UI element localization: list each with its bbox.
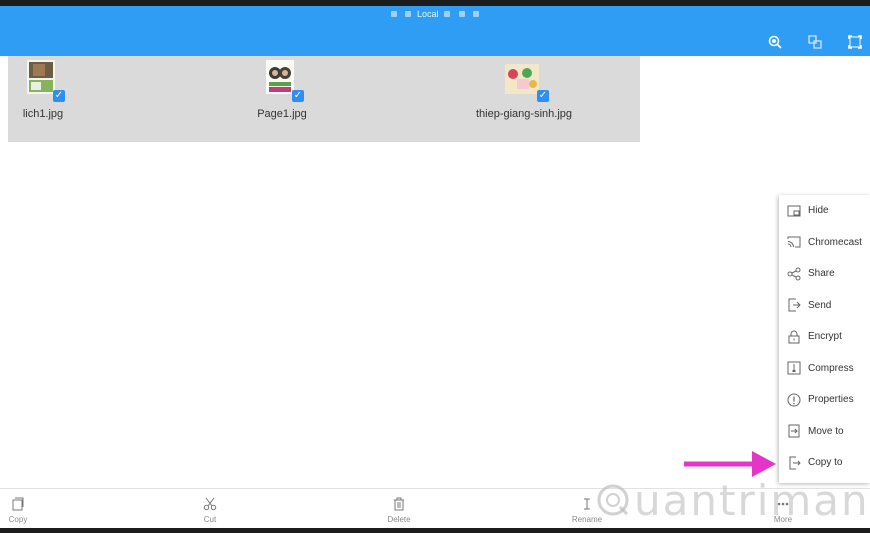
menu-item-move-to[interactable]: Move to bbox=[779, 416, 870, 448]
fullscreen-icon[interactable] bbox=[846, 33, 864, 51]
trash-icon bbox=[394, 497, 404, 511]
cut-label: Cut bbox=[203, 515, 217, 524]
checkbox-checked-icon[interactable]: ✓ bbox=[53, 90, 65, 102]
menu-item-hide[interactable]: Hide bbox=[779, 195, 870, 227]
copy-button[interactable]: Copy bbox=[0, 497, 48, 524]
menu-item-label: Move to bbox=[808, 425, 844, 437]
lock-icon bbox=[788, 330, 800, 344]
send-icon bbox=[788, 298, 801, 312]
image-thumbnail: ✓ bbox=[27, 60, 65, 102]
file-grid: ✓ lich1.jpg ✓ Page1.jpg ✓ thiep-giang-si… bbox=[8, 56, 640, 142]
rename-button[interactable]: Rename bbox=[557, 497, 617, 524]
select-icon[interactable] bbox=[806, 33, 824, 51]
image-thumbnail: ✓ bbox=[266, 60, 304, 102]
menu-item-label: Share bbox=[808, 268, 835, 280]
menu-item-share[interactable]: Share bbox=[779, 258, 870, 290]
delete-label: Delete bbox=[387, 515, 411, 524]
menu-item-label: Encrypt bbox=[808, 331, 842, 343]
context-menu: Hide Chromecast Share Send Encrypt Compr… bbox=[779, 195, 870, 483]
copy-label: Copy bbox=[8, 515, 28, 524]
compress-icon bbox=[787, 361, 801, 375]
folder-icon bbox=[405, 10, 412, 17]
checkbox-checked-icon[interactable]: ✓ bbox=[292, 90, 304, 102]
file-name: lich1.jpg bbox=[22, 108, 64, 120]
menu-item-label: Chromecast bbox=[808, 236, 862, 248]
location-breadcrumb[interactable]: Local bbox=[0, 8, 870, 19]
menu-item-label: Compress bbox=[808, 362, 854, 374]
menu-item-chromecast[interactable]: Chromecast bbox=[779, 227, 870, 259]
menu-item-properties[interactable]: Properties bbox=[779, 384, 870, 416]
copy-icon bbox=[12, 497, 24, 511]
more-label: More bbox=[773, 515, 793, 524]
bottom-toolbar: Copy Cut Delete Rename More bbox=[0, 488, 870, 533]
more-icon bbox=[777, 502, 789, 506]
move-icon bbox=[788, 424, 800, 438]
share-icon bbox=[787, 267, 801, 281]
image-thumbnail: ✓ bbox=[505, 60, 549, 102]
file-item[interactable]: ✓ thiep-giang-sinh.jpg bbox=[454, 60, 594, 120]
menu-item-send[interactable]: Send bbox=[779, 290, 870, 322]
menu-item-copy-to[interactable]: Copy to bbox=[779, 447, 870, 479]
file-name: Page1.jpg bbox=[257, 108, 307, 120]
info-icon bbox=[787, 393, 801, 407]
menu-item-label: Copy to bbox=[808, 457, 843, 469]
copy-to-icon bbox=[789, 456, 801, 470]
more-button[interactable]: More bbox=[753, 497, 813, 524]
cut-button[interactable]: Cut bbox=[180, 497, 240, 524]
menu-item-compress[interactable]: Compress bbox=[779, 353, 870, 385]
app-header: Local bbox=[0, 0, 870, 56]
file-item[interactable]: ✓ Page1.jpg bbox=[212, 60, 352, 120]
breadcrumb-icon bbox=[444, 10, 451, 17]
file-name: thiep-giang-sinh.jpg bbox=[475, 108, 572, 120]
menu-item-label: Send bbox=[808, 299, 832, 311]
rename-icon bbox=[584, 498, 590, 510]
menu-item-encrypt[interactable]: Encrypt bbox=[779, 321, 870, 353]
home-icon[interactable] bbox=[390, 10, 397, 17]
annotation-arrow bbox=[684, 451, 776, 477]
breadcrumb-icon bbox=[458, 10, 465, 17]
hide-icon bbox=[787, 205, 801, 217]
location-label[interactable]: Local bbox=[417, 9, 439, 19]
scissors-icon bbox=[203, 497, 217, 511]
checkbox-checked-icon[interactable]: ✓ bbox=[537, 90, 549, 102]
cast-icon bbox=[787, 236, 801, 248]
menu-item-label: Hide bbox=[808, 205, 829, 217]
breadcrumb-icon bbox=[473, 10, 480, 17]
rename-label: Rename bbox=[571, 515, 603, 524]
menu-item-label: Properties bbox=[808, 394, 854, 406]
search-icon[interactable] bbox=[766, 33, 784, 51]
delete-button[interactable]: Delete bbox=[369, 497, 429, 524]
file-item[interactable]: ✓ lich1.jpg bbox=[0, 60, 113, 120]
